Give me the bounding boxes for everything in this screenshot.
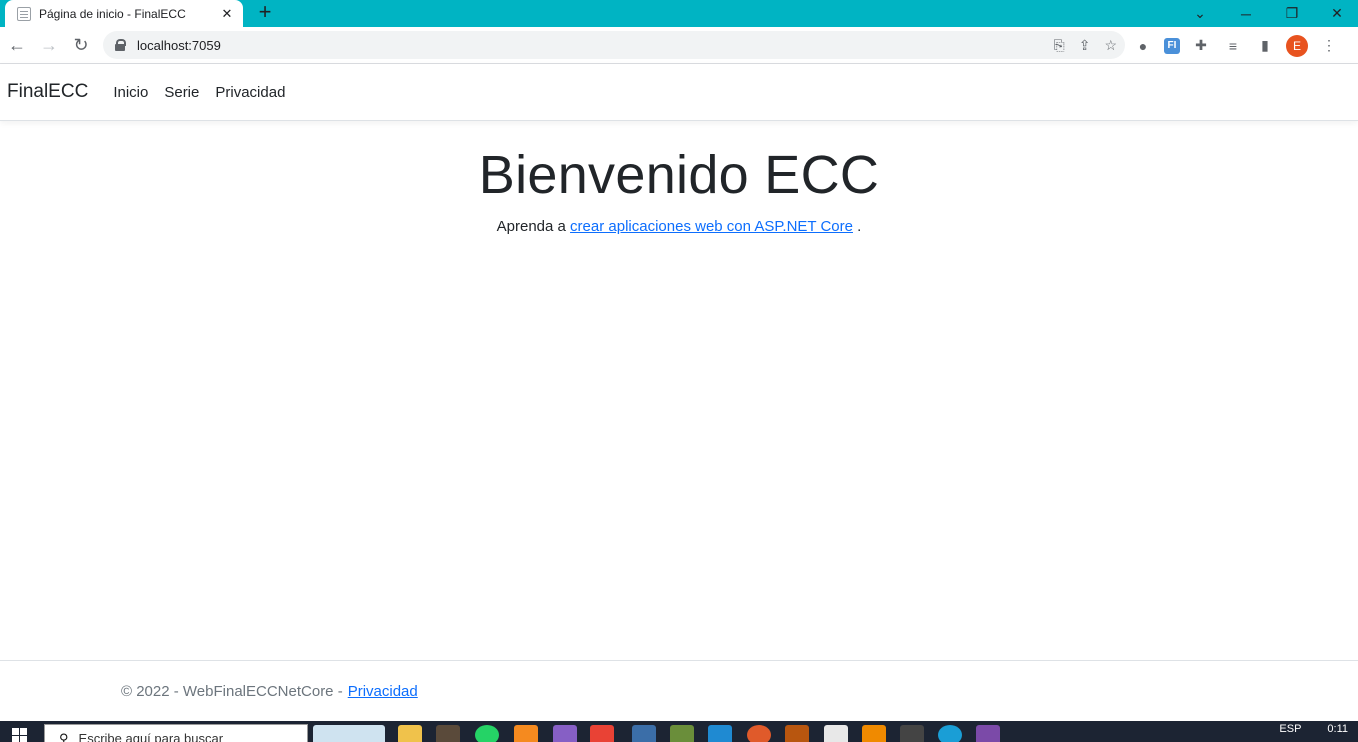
address-bar[interactable]: localhost:7059 ⎘ ⇪ ☆ (103, 31, 1125, 59)
tab-search-chevron-icon[interactable]: ⌄ (1177, 0, 1223, 27)
extension-circles-icon[interactable]: ● (1132, 35, 1154, 57)
side-panel-icon[interactable]: ▮ (1254, 35, 1276, 57)
nav-link-privacidad[interactable]: Privacidad (215, 84, 285, 101)
profile-avatar[interactable]: E (1286, 34, 1308, 57)
site-footer: © 2022 - WebFinalECCNetCore - Privacidad (0, 660, 1358, 721)
browser-toolbar: ← → ↻ localhost:7059 ⎘ ⇪ ☆ ● FI ✚ ≡ ▮ E … (0, 27, 1358, 64)
main-content: Bienvenido ECC Aprenda a crear aplicacio… (0, 122, 1358, 235)
site-navbar: FinalECC Inicio Serie Privacidad (0, 64, 1358, 121)
git-app-icon[interactable] (747, 725, 771, 742)
intro-suffix: . (852, 218, 862, 235)
vscode-icon[interactable] (708, 725, 732, 742)
menu-kebab-icon[interactable]: ⋮ (1318, 35, 1340, 57)
tab-title: Página de inicio - FinalECC (39, 6, 186, 21)
visual-studio-icon[interactable] (553, 725, 577, 742)
page-heading: Bienvenido ECC (478, 145, 880, 205)
terminal-icon[interactable] (976, 725, 1000, 742)
minimize-icon[interactable]: ─ (1223, 0, 1269, 27)
share-icon[interactable]: ⇪ (1079, 37, 1091, 54)
whatsapp-icon[interactable] (475, 725, 499, 742)
film-app-icon[interactable] (900, 725, 924, 742)
intro-prefix: Aprenda a (496, 218, 571, 235)
file-explorer-icon[interactable] (398, 725, 422, 742)
taskbar-search-placeholder: Escribe aquí para buscar (78, 731, 224, 742)
forward-icon[interactable]: → (33, 29, 65, 61)
reload-icon[interactable]: ↻ (65, 29, 97, 61)
browser-tab-active[interactable]: Página de inicio - FinalECC ✕ (5, 0, 243, 27)
weather-widget-icon[interactable] (313, 725, 385, 742)
search-icon: ⚲ (59, 731, 69, 742)
nav-link-inicio[interactable]: Inicio (113, 84, 148, 101)
tray-clock[interactable]: 0:11 (1327, 723, 1348, 735)
sql-server-icon[interactable] (632, 725, 656, 742)
taskbar-search-input[interactable]: ⚲ Escribe aquí para buscar (44, 724, 308, 742)
system-tray: ESP 0:11 (1279, 723, 1348, 735)
tab-strip: Página de inicio - FinalECC ✕ + ⌄ ─ ❐ ✕ (0, 0, 1358, 27)
vlc-icon[interactable] (862, 725, 886, 742)
lock-icon[interactable] (115, 39, 126, 51)
postman-icon[interactable] (785, 725, 809, 742)
brand-link[interactable]: FinalECC (7, 81, 88, 103)
footer-privacy-link[interactable]: Privacidad (348, 683, 418, 700)
aspnet-docs-link[interactable]: crear aplicaciones web con ASP.NET Core (570, 218, 853, 235)
extension-fi-icon[interactable]: FI (1164, 37, 1180, 54)
nav-link-serie[interactable]: Serie (164, 84, 199, 101)
intro-text: Aprenda a crear aplicaciones web con ASP… (0, 218, 1358, 235)
close-window-icon[interactable]: ✕ (1314, 0, 1358, 27)
windows-start-icon[interactable] (12, 728, 28, 742)
sublime-text-icon[interactable] (436, 725, 460, 742)
xampp-icon[interactable] (514, 725, 538, 742)
url-text[interactable]: localhost:7059 (137, 38, 221, 53)
chrome-icon[interactable] (590, 725, 614, 742)
tool-app-icon[interactable] (670, 725, 694, 742)
media-control-icon[interactable]: ≡ (1222, 35, 1244, 57)
tab-close-icon[interactable]: ✕ (219, 6, 235, 22)
restore-icon[interactable]: ❐ (1269, 0, 1315, 27)
bookmark-star-icon[interactable]: ☆ (1104, 37, 1117, 54)
page-favicon-icon (17, 6, 31, 21)
tray-language[interactable]: ESP (1279, 723, 1301, 735)
footer-copyright: © 2022 - WebFinalECCNetCore - (121, 682, 343, 700)
extensions-puzzle-icon[interactable]: ✚ (1190, 35, 1212, 57)
edge-icon[interactable] (938, 725, 962, 742)
new-tab-button[interactable]: + (252, 1, 278, 25)
windows-taskbar: ⚲ Escribe aquí para buscar ESP 0:11 (0, 721, 1358, 742)
back-icon[interactable]: ← (1, 29, 33, 61)
document-app-icon[interactable] (824, 725, 848, 742)
translate-icon[interactable]: ⎘ (1054, 37, 1065, 54)
